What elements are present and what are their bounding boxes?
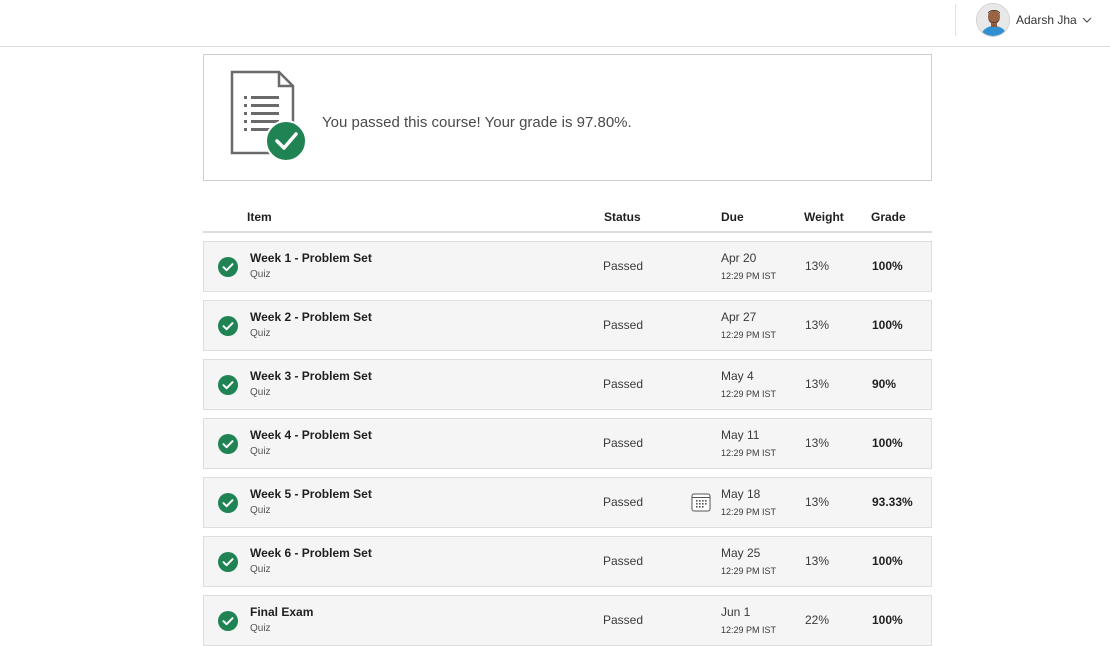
table-row[interactable]: Week 3 - Problem Set Quiz Passed May 4 1… [203,359,932,410]
item-weight: 13% [805,377,830,391]
item-weight: 13% [805,495,830,509]
item-weight: 22% [805,613,830,627]
item-weight: 13% [805,554,830,568]
table-row[interactable]: Week 2 - Problem Set Quiz Passed Apr 27 … [203,300,932,351]
item-status: Passed [603,318,644,332]
due-date: Apr 27 [721,310,757,324]
item-status: Passed [603,259,644,273]
item-grade: 90% [872,377,897,391]
due-date: May 18 [721,487,761,501]
header-due: Due [721,210,744,224]
due-date: May 11 [721,428,760,442]
item-status: Passed [603,554,644,568]
check-circle-icon [218,552,238,572]
due-date: Jun 1 [721,605,751,619]
item-grade: 93.33% [872,495,913,509]
chevron-down-icon[interactable] [1082,10,1092,28]
header-divider [955,4,956,36]
item-title[interactable]: Week 1 - Problem Set [250,251,372,265]
check-circle-icon [218,375,238,395]
item-grade: 100% [872,613,903,627]
due-date: May 4 [721,369,754,383]
item-type: Quiz [250,564,271,575]
item-type: Quiz [250,269,271,280]
item-grade: 100% [872,318,903,332]
top-header: Adarsh Jha [0,0,1110,47]
check-circle-icon [218,316,238,336]
document-check-icon [230,70,310,167]
header-weight: Weight [804,210,844,224]
due-date: May 25 [721,546,761,560]
user-name[interactable]: Adarsh Jha [1016,13,1077,27]
due-time: 12:29 PM IST [721,271,777,281]
item-grade: 100% [872,259,903,273]
item-weight: 13% [805,318,830,332]
check-circle-icon [218,434,238,454]
table-row[interactable]: Week 4 - Problem Set Quiz Passed May 11 … [203,418,932,469]
table-row[interactable]: Week 6 - Problem Set Quiz Passed May 25 … [203,536,932,587]
table-row[interactable]: Week 1 - Problem Set Quiz Passed Apr 20 … [203,241,932,292]
item-title[interactable]: Week 4 - Problem Set [250,428,372,442]
item-type: Quiz [250,505,271,516]
check-circle-icon [218,493,238,513]
item-type: Quiz [250,446,271,457]
table-row[interactable]: Week 5 - Problem Set Quiz Passed May 18 … [203,477,932,528]
course-passed-banner: You passed this course! Your grade is 97… [203,54,932,181]
item-status: Passed [603,495,644,509]
due-time: 12:29 PM IST [721,566,777,576]
item-title[interactable]: Week 5 - Problem Set [250,487,372,501]
due-date: Apr 20 [721,251,757,265]
due-time: 12:29 PM IST [721,330,777,340]
course-result-message: You passed this course! Your grade is 97… [322,114,632,131]
item-weight: 13% [805,436,830,450]
calendar-icon[interactable] [691,492,711,512]
check-circle-icon [218,257,238,277]
avatar[interactable] [976,3,1010,37]
item-title[interactable]: Week 6 - Problem Set [250,546,372,560]
user-menu[interactable]: Adarsh Jha [976,2,1092,38]
item-title[interactable]: Week 3 - Problem Set [250,369,372,383]
item-grade: 100% [872,436,903,450]
item-grade: 100% [872,554,903,568]
item-status: Passed [603,436,644,450]
item-title[interactable]: Final Exam [250,605,313,619]
item-status: Passed [603,613,644,627]
item-status: Passed [603,377,644,391]
table-row[interactable]: Final Exam Quiz Passed Jun 1 12:29 PM IS… [203,595,932,646]
header-item: Item [247,210,272,224]
item-type: Quiz [250,623,271,634]
grades-table-header: Item Status Due Weight Grade [203,200,932,233]
due-time: 12:29 PM IST [721,507,777,517]
item-weight: 13% [805,259,830,273]
item-type: Quiz [250,387,271,398]
due-time: 12:29 PM IST [721,389,777,399]
item-type: Quiz [250,328,271,339]
due-time: 12:29 PM IST [721,625,777,635]
header-status: Status [604,210,641,224]
due-time: 12:29 PM IST [721,448,777,458]
header-grade: Grade [871,210,906,224]
check-circle-icon [218,611,238,631]
item-title[interactable]: Week 2 - Problem Set [250,310,372,324]
